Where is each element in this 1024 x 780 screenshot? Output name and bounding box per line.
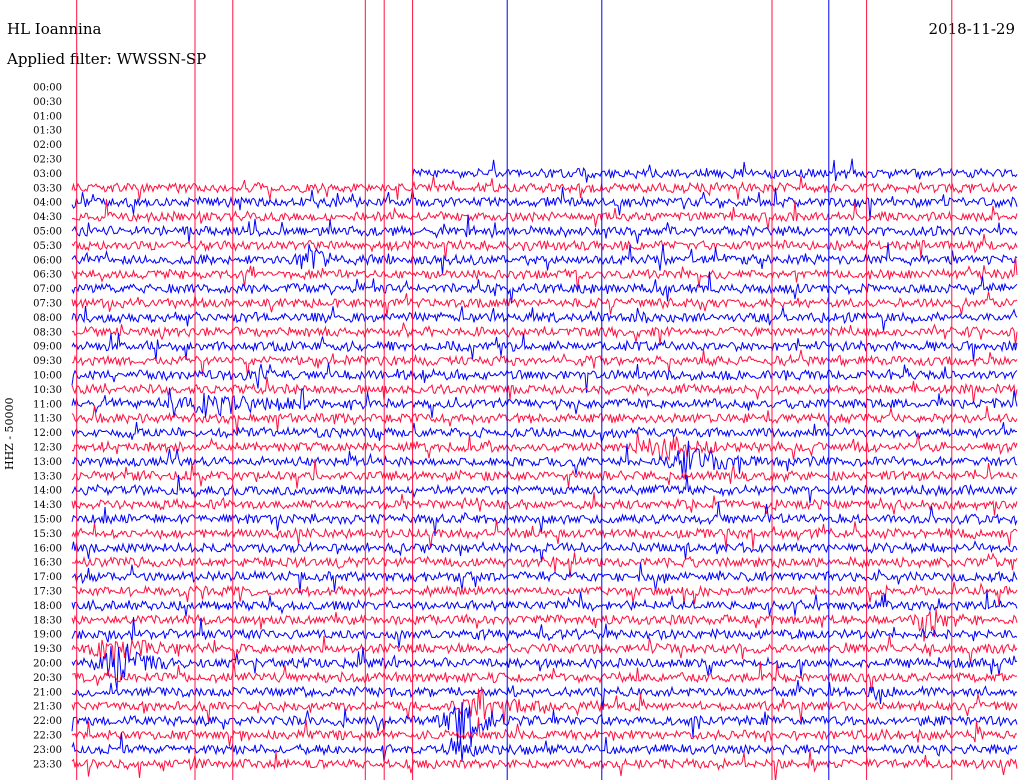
- time-tick-label: 06:30: [33, 270, 62, 281]
- time-tick-label: 23:30: [33, 759, 62, 770]
- time-tick-label: 10:00: [33, 371, 62, 382]
- time-tick-label: 18:30: [33, 615, 62, 626]
- trace-1730: [71, 581, 1018, 606]
- time-tick-label: 12:00: [33, 428, 62, 439]
- time-tick-label: 17:30: [33, 587, 62, 598]
- trace-2230: [71, 717, 1018, 747]
- time-tick-label: 08:30: [33, 327, 62, 338]
- trace-1600: [71, 539, 1018, 562]
- trace-2030: [71, 661, 1018, 693]
- trace-1230: [71, 430, 1018, 462]
- time-tick-label: 01:00: [33, 111, 62, 122]
- time-tick-label: 13:00: [33, 457, 62, 468]
- time-tick-label: 16:00: [33, 543, 62, 554]
- time-tick-label: 14:30: [33, 500, 62, 511]
- time-tick-label: 21:30: [33, 702, 62, 713]
- trace-1200: [71, 421, 1018, 444]
- time-tick-label: 22:30: [33, 731, 62, 742]
- time-tick-label: 05:30: [33, 241, 62, 252]
- trace-0830: [71, 322, 1018, 346]
- seismogram-plot: 00:00 00:30 01:00 01:30 02:00 02:30 03:00 03:30…: [33, 0, 1018, 780]
- time-tick-label: 00:00: [33, 83, 62, 94]
- trace-0600: [71, 242, 1018, 275]
- trace-2000: [71, 643, 1018, 691]
- time-tick-label: 02:30: [33, 155, 62, 166]
- trace-0930: [71, 349, 1018, 377]
- trace-1800: [71, 590, 1018, 617]
- trace-1400: [71, 474, 1018, 504]
- trace-2100: [71, 679, 1018, 709]
- time-tick-label: 18:00: [33, 601, 62, 612]
- time-tick-label: 06:00: [33, 255, 62, 266]
- time-tick-label: 07:30: [33, 299, 62, 310]
- time-tick-label: 10:30: [33, 385, 62, 396]
- trace-0730: [71, 291, 1018, 316]
- time-tick-label: 08:00: [33, 313, 62, 324]
- time-tick-label: 03:30: [33, 183, 62, 194]
- time-tick-label: 20:30: [33, 673, 62, 684]
- trace-0900: [71, 332, 1018, 362]
- time-tick-label: 15:30: [33, 529, 62, 540]
- time-tick-label: 04:00: [33, 198, 62, 209]
- time-tick-label: 13:30: [33, 471, 62, 482]
- trace-2330: [71, 750, 1018, 780]
- time-tick-label: 11:30: [33, 414, 62, 425]
- trace-1430: [71, 492, 1018, 516]
- time-tick-label: 22:00: [33, 716, 62, 727]
- time-tick-label: 03:00: [33, 169, 62, 180]
- trace-1130: [71, 405, 1018, 434]
- time-tick-label: 07:00: [33, 284, 62, 295]
- time-tick-label: 09:30: [33, 356, 62, 367]
- time-tick-label: 14:00: [33, 486, 62, 497]
- time-tick-label: 00:30: [33, 97, 62, 108]
- trace-1530: [71, 520, 1018, 549]
- trace-1700: [71, 562, 1018, 594]
- time-tick-label: 12:30: [33, 443, 62, 454]
- trace-1330: [71, 459, 1018, 489]
- trace-0500: [71, 214, 1018, 244]
- time-tick-label: 21:00: [33, 687, 62, 698]
- trace-0530: [71, 233, 1018, 261]
- time-tick-label: 17:00: [33, 572, 62, 583]
- time-tick-label: 16:30: [33, 558, 62, 569]
- time-tick-label: 02:00: [33, 140, 62, 151]
- time-tick-label: 20:00: [33, 659, 62, 670]
- time-tick-label: 19:00: [33, 630, 62, 641]
- time-tick-label: 19:30: [33, 644, 62, 655]
- time-tick-label: 09:00: [33, 342, 62, 353]
- time-tick-label: 05:00: [33, 227, 62, 238]
- trace-0330: [71, 175, 1018, 201]
- time-tick-label: 11:00: [33, 399, 62, 410]
- time-tick-label: 04:30: [33, 212, 62, 223]
- trace-2200: [71, 702, 1018, 748]
- trace-0300: [412, 158, 1018, 183]
- time-tick-label: 01:30: [33, 126, 62, 137]
- time-tick-label: 23:00: [33, 745, 62, 756]
- time-tick-label: 15:00: [33, 515, 62, 526]
